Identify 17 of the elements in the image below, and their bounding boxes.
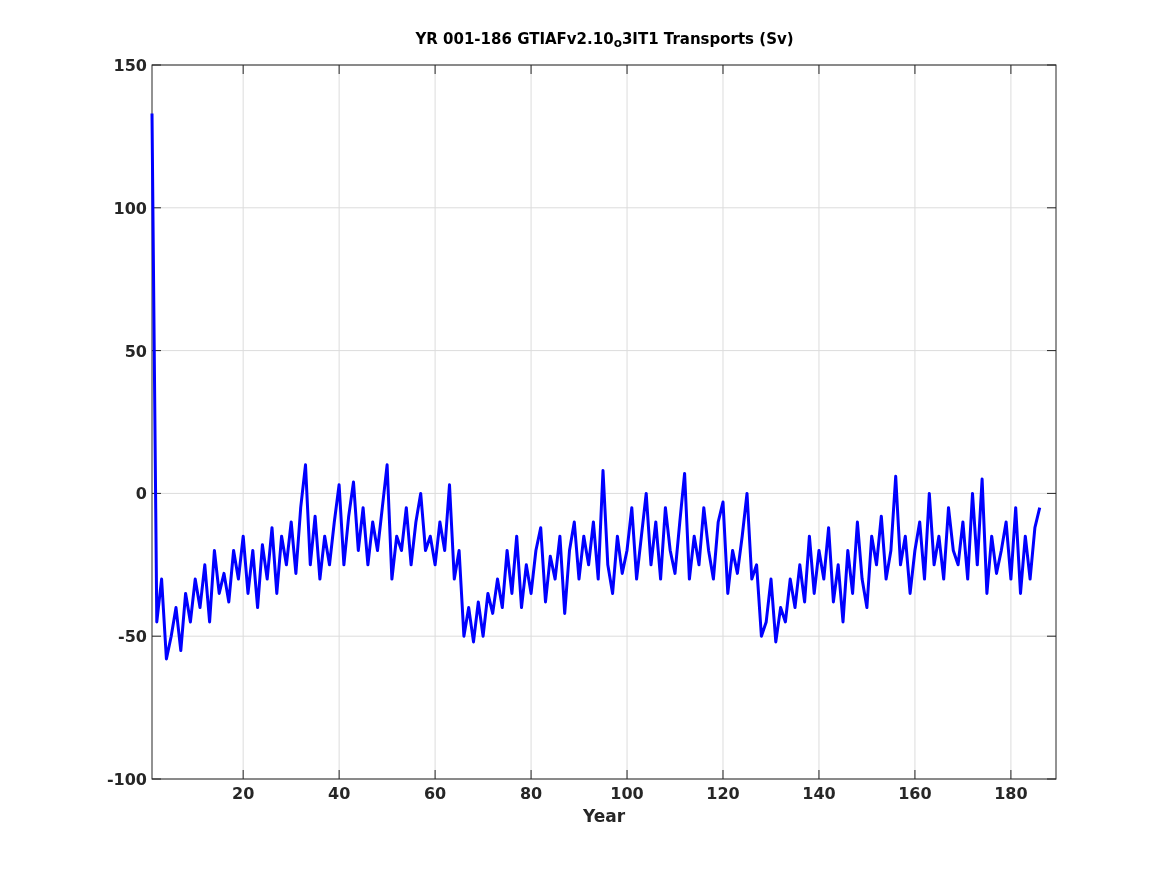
tick-label: 150	[113, 58, 147, 75]
tick-label: 80	[519, 784, 543, 803]
tick-label: 0	[135, 484, 147, 504]
tick-label: 120	[706, 784, 740, 803]
tick-label: 140	[802, 784, 836, 803]
tick-label: 40	[328, 784, 351, 803]
tick-label: 100	[113, 198, 147, 218]
tick-label: 100	[610, 784, 644, 803]
tick-label: 50	[124, 341, 147, 361]
axis-label: Year	[582, 806, 626, 826]
tick-label: 20	[232, 784, 255, 803]
tick-label: -50	[118, 627, 147, 647]
tick-label: 60	[423, 784, 447, 803]
tick-label: 160	[898, 784, 932, 803]
tick-label: 180	[994, 784, 1028, 803]
chart-title: YR 001-186 GTIAFv2.10$_{o}$3IT1 Transports (Sv)	[415, 32, 794, 47]
tick-label: -100	[106, 770, 147, 789]
